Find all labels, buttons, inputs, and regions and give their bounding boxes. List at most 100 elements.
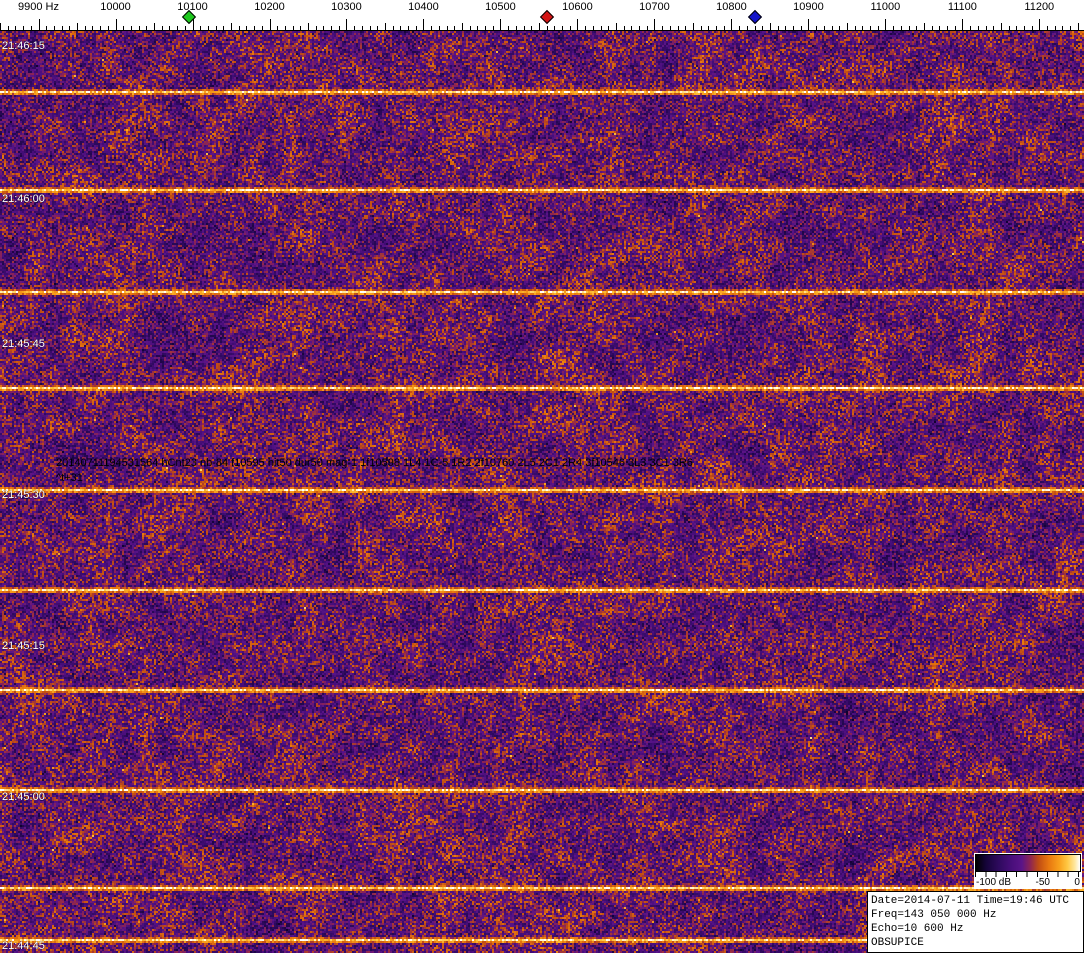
scale-tick	[1062, 26, 1063, 30]
scale-tick	[608, 26, 609, 30]
scale-tick	[154, 23, 155, 30]
scale-tick	[716, 26, 717, 30]
waterfall-canvas[interactable]	[0, 31, 1084, 953]
red-marker-icon[interactable]	[540, 10, 554, 24]
scale-tick	[393, 26, 394, 30]
blue-marker-icon[interactable]	[747, 10, 761, 24]
scale-tick	[909, 26, 910, 30]
scale-tick	[539, 23, 540, 30]
scale-tick	[193, 19, 194, 30]
scale-tick	[970, 26, 971, 30]
scale-tick	[554, 26, 555, 30]
scale-tick	[824, 26, 825, 30]
info-box: Date=2014-07-11 Time=19:46 UTC Freq=143 …	[867, 891, 1084, 953]
freq-label: 10700	[639, 1, 670, 13]
scale-tick	[862, 26, 863, 30]
colorbar-label-min: -100 dB	[976, 877, 1011, 888]
scale-tick	[1055, 26, 1056, 30]
scale-tick	[585, 26, 586, 30]
scale-tick	[701, 26, 702, 30]
event-annotation: 20140711194531564 hCnt23 nb-84 f10595 hi…	[56, 457, 693, 469]
scale-tick	[370, 26, 371, 30]
scale-tick	[470, 26, 471, 30]
scale-tick	[670, 26, 671, 30]
freq-label: 10900	[793, 1, 824, 13]
scale-tick	[116, 19, 117, 30]
scale-tick	[793, 26, 794, 30]
scale-tick	[570, 26, 571, 30]
scale-tick	[300, 26, 301, 30]
scale-tick	[339, 26, 340, 30]
scale-tick	[1078, 23, 1079, 30]
scale-tick	[962, 19, 963, 30]
info-line-frequency: Freq=143 050 000 Hz	[871, 908, 1080, 922]
scale-tick	[955, 26, 956, 30]
scale-tick	[62, 26, 63, 30]
scale-tick	[731, 19, 732, 30]
freq-label: 10600	[562, 1, 593, 13]
scale-tick	[277, 26, 278, 30]
colorbar-label-mid: -50	[1036, 877, 1050, 888]
freq-label: 10000	[100, 1, 131, 13]
freq-label: 10400	[408, 1, 439, 13]
scale-tick	[901, 26, 902, 30]
scale-tick	[385, 23, 386, 30]
scale-tick	[69, 26, 70, 30]
scale-tick	[239, 26, 240, 30]
scale-tick	[785, 26, 786, 30]
scale-tick	[577, 19, 578, 30]
scale-tick	[616, 23, 617, 30]
scale-tick	[254, 26, 255, 30]
scale-tick	[39, 19, 40, 30]
colorbar-labels: -100 dB -50 0	[975, 877, 1081, 889]
scale-tick	[631, 26, 632, 30]
scale-tick	[177, 26, 178, 30]
scale-tick	[354, 26, 355, 30]
scale-tick	[885, 19, 886, 30]
scale-tick	[169, 26, 170, 30]
time-label: 21:45:45	[2, 338, 45, 350]
spectrogram-app-window: 9900 Hz 10000 10100 10200 10300 10400 10500 106…	[0, 0, 1084, 953]
scale-tick	[847, 23, 848, 30]
time-label: 21:46:00	[2, 193, 45, 205]
freq-label: 11200	[1024, 1, 1054, 13]
waterfall[interactable]: 21:46:15 21:46:00 21:45:45 21:45:30 21:45:15…	[0, 31, 1084, 953]
scale-tick	[108, 26, 109, 30]
scale-tick	[477, 26, 478, 30]
scale-tick	[639, 26, 640, 30]
scale-tick	[46, 26, 47, 30]
scale-tick	[185, 26, 186, 30]
scale-tick	[624, 26, 625, 30]
scale-tick	[200, 26, 201, 30]
freq-label: 10500	[485, 1, 516, 13]
scale-tick	[270, 19, 271, 30]
scale-tick	[832, 26, 833, 30]
scale-tick	[1024, 26, 1025, 30]
scale-tick	[485, 26, 486, 30]
frequency-scale[interactable]: 9900 Hz 10000 10100 10200 10300 10400 10500 106…	[0, 0, 1084, 31]
scale-tick	[654, 19, 655, 30]
scale-tick	[377, 26, 378, 30]
scale-tick	[524, 26, 525, 30]
scale-tick	[724, 26, 725, 30]
scale-tick	[1047, 26, 1048, 30]
time-label: 21:45:15	[2, 640, 45, 652]
freq-label: 9900 Hz	[18, 1, 59, 13]
scale-tick	[986, 26, 987, 30]
info-line-station: OBSUPICE	[871, 936, 1080, 950]
scale-tick	[1001, 23, 1002, 30]
scale-tick	[924, 23, 925, 30]
scale-tick	[139, 26, 140, 30]
freq-label: 11100	[948, 1, 977, 13]
scale-tick	[77, 23, 78, 30]
scale-tick	[1039, 19, 1040, 30]
scale-tick	[601, 26, 602, 30]
scale-tick	[293, 26, 294, 30]
scale-tick	[770, 23, 771, 30]
time-label: 21:45:30	[2, 489, 45, 501]
scale-tick	[978, 26, 979, 30]
scale-tick	[932, 26, 933, 30]
scale-tick	[208, 26, 209, 30]
scale-tick	[693, 23, 694, 30]
scale-tick	[416, 26, 417, 30]
